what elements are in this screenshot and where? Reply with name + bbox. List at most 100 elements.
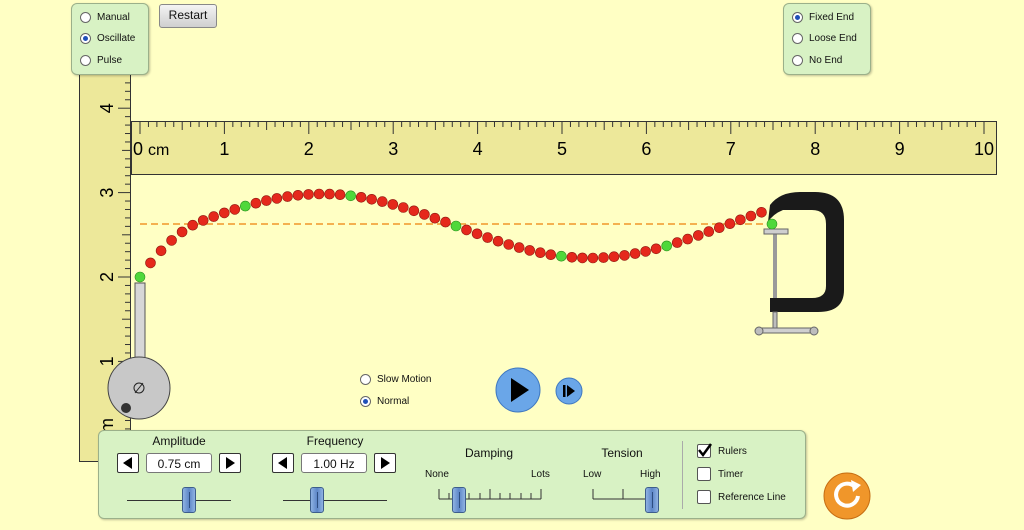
bead[interactable] bbox=[303, 189, 314, 200]
frequency-value: 1.00 Hz bbox=[301, 453, 367, 473]
bead[interactable] bbox=[577, 252, 588, 264]
bead[interactable] bbox=[229, 204, 241, 215]
bead[interactable] bbox=[313, 188, 325, 200]
bead[interactable] bbox=[492, 235, 504, 247]
rulers-label[interactable]: Rulers bbox=[718, 446, 747, 457]
bead[interactable] bbox=[334, 189, 346, 200]
amplitude-slider-thumb[interactable] bbox=[182, 487, 196, 513]
reset-all-button[interactable] bbox=[822, 471, 872, 521]
clamp-icon bbox=[754, 192, 844, 336]
slow-motion-option[interactable]: Slow Motion bbox=[360, 374, 431, 385]
bead[interactable] bbox=[471, 228, 483, 240]
bead[interactable] bbox=[566, 251, 578, 263]
bead[interactable] bbox=[482, 232, 493, 243]
reference-line-checkbox[interactable] bbox=[697, 490, 711, 504]
bead[interactable] bbox=[461, 224, 472, 236]
bead[interactable] bbox=[534, 247, 546, 258]
green-bead[interactable] bbox=[555, 250, 567, 262]
bead[interactable] bbox=[513, 242, 525, 253]
bead[interactable] bbox=[587, 252, 599, 264]
bead[interactable] bbox=[419, 209, 430, 220]
bead[interactable] bbox=[619, 250, 630, 261]
tension-label: Tension bbox=[601, 446, 643, 460]
bead[interactable] bbox=[219, 207, 230, 219]
rulers-checkbox[interactable] bbox=[697, 443, 713, 458]
bead[interactable] bbox=[713, 222, 725, 233]
panel-divider bbox=[682, 441, 683, 509]
frequency-decrease-button[interactable] bbox=[272, 453, 294, 473]
right-arrow-icon bbox=[381, 457, 390, 469]
bead[interactable] bbox=[271, 193, 283, 204]
bead[interactable] bbox=[640, 246, 651, 257]
normal-radio-icon[interactable] bbox=[360, 396, 371, 407]
bead[interactable] bbox=[208, 211, 219, 222]
green-bead[interactable] bbox=[766, 218, 778, 230]
bead[interactable] bbox=[197, 215, 209, 226]
bead[interactable] bbox=[524, 245, 536, 256]
bead[interactable] bbox=[324, 188, 335, 200]
bead[interactable] bbox=[387, 199, 399, 210]
control-panel: Amplitude 0.75 cm Frequency 1.00 Hz Damp… bbox=[98, 430, 806, 519]
bead[interactable] bbox=[703, 226, 715, 237]
bead[interactable] bbox=[724, 218, 736, 229]
frequency-increase-button[interactable] bbox=[374, 453, 396, 473]
amplitude-label: Amplitude bbox=[152, 434, 206, 448]
green-bead[interactable] bbox=[450, 220, 462, 232]
bead[interactable] bbox=[261, 195, 272, 206]
normal-speed-option[interactable]: Normal bbox=[360, 396, 409, 407]
amplitude-increase-button[interactable] bbox=[219, 453, 241, 473]
slow-motion-radio-icon[interactable] bbox=[360, 374, 371, 385]
bead[interactable] bbox=[397, 202, 409, 213]
green-bead[interactable] bbox=[240, 200, 251, 212]
amplitude-decrease-button[interactable] bbox=[117, 453, 139, 473]
bead[interactable] bbox=[503, 239, 515, 250]
tension-low-label: Low bbox=[583, 469, 602, 480]
reference-line-label[interactable]: Reference Line bbox=[718, 492, 786, 503]
bead[interactable] bbox=[545, 249, 557, 260]
bead[interactable] bbox=[166, 235, 177, 246]
bead[interactable] bbox=[692, 230, 704, 241]
green-bead[interactable] bbox=[661, 240, 673, 252]
timer-checkbox[interactable] bbox=[697, 467, 711, 481]
check-icon bbox=[698, 443, 713, 458]
string bbox=[134, 188, 778, 283]
bead[interactable] bbox=[145, 257, 156, 269]
frequency-label: Frequency bbox=[306, 434, 364, 448]
bead[interactable] bbox=[187, 219, 198, 231]
amplitude-value: 0.75 cm bbox=[146, 453, 212, 473]
bead[interactable] bbox=[366, 194, 378, 205]
bead[interactable] bbox=[429, 212, 441, 224]
bead[interactable] bbox=[598, 252, 609, 263]
damping-slider-thumb[interactable] bbox=[452, 487, 466, 513]
bead[interactable] bbox=[745, 210, 757, 222]
bead[interactable] bbox=[440, 216, 451, 228]
damping-label: Damping bbox=[464, 446, 514, 460]
frequency-slider-track[interactable] bbox=[283, 500, 387, 501]
damping-none-label: None bbox=[425, 469, 449, 480]
green-bead[interactable] bbox=[134, 271, 146, 283]
bead[interactable] bbox=[282, 191, 293, 202]
bead[interactable] bbox=[176, 226, 188, 238]
frequency-slider-thumb[interactable] bbox=[310, 487, 324, 513]
bead[interactable] bbox=[155, 245, 167, 257]
bead[interactable] bbox=[671, 237, 683, 248]
bead[interactable] bbox=[408, 205, 420, 217]
tension-slider-thumb[interactable] bbox=[645, 487, 659, 513]
bead[interactable] bbox=[629, 248, 641, 259]
bead[interactable] bbox=[376, 196, 388, 207]
bead[interactable] bbox=[292, 190, 304, 201]
bead[interactable] bbox=[650, 243, 662, 255]
right-arrow-icon bbox=[226, 457, 235, 469]
step-button[interactable] bbox=[555, 377, 583, 405]
green-bead[interactable] bbox=[345, 190, 357, 202]
play-button[interactable] bbox=[495, 367, 541, 413]
bead[interactable] bbox=[608, 251, 620, 263]
amplitude-slider-track[interactable] bbox=[127, 500, 231, 501]
bead[interactable] bbox=[735, 214, 746, 226]
bead[interactable] bbox=[355, 192, 367, 203]
bead[interactable] bbox=[682, 233, 694, 245]
bead[interactable] bbox=[250, 197, 262, 209]
bead[interactable] bbox=[756, 207, 767, 218]
timer-label[interactable]: Timer bbox=[718, 469, 743, 480]
tension-high-label: High bbox=[640, 469, 661, 480]
